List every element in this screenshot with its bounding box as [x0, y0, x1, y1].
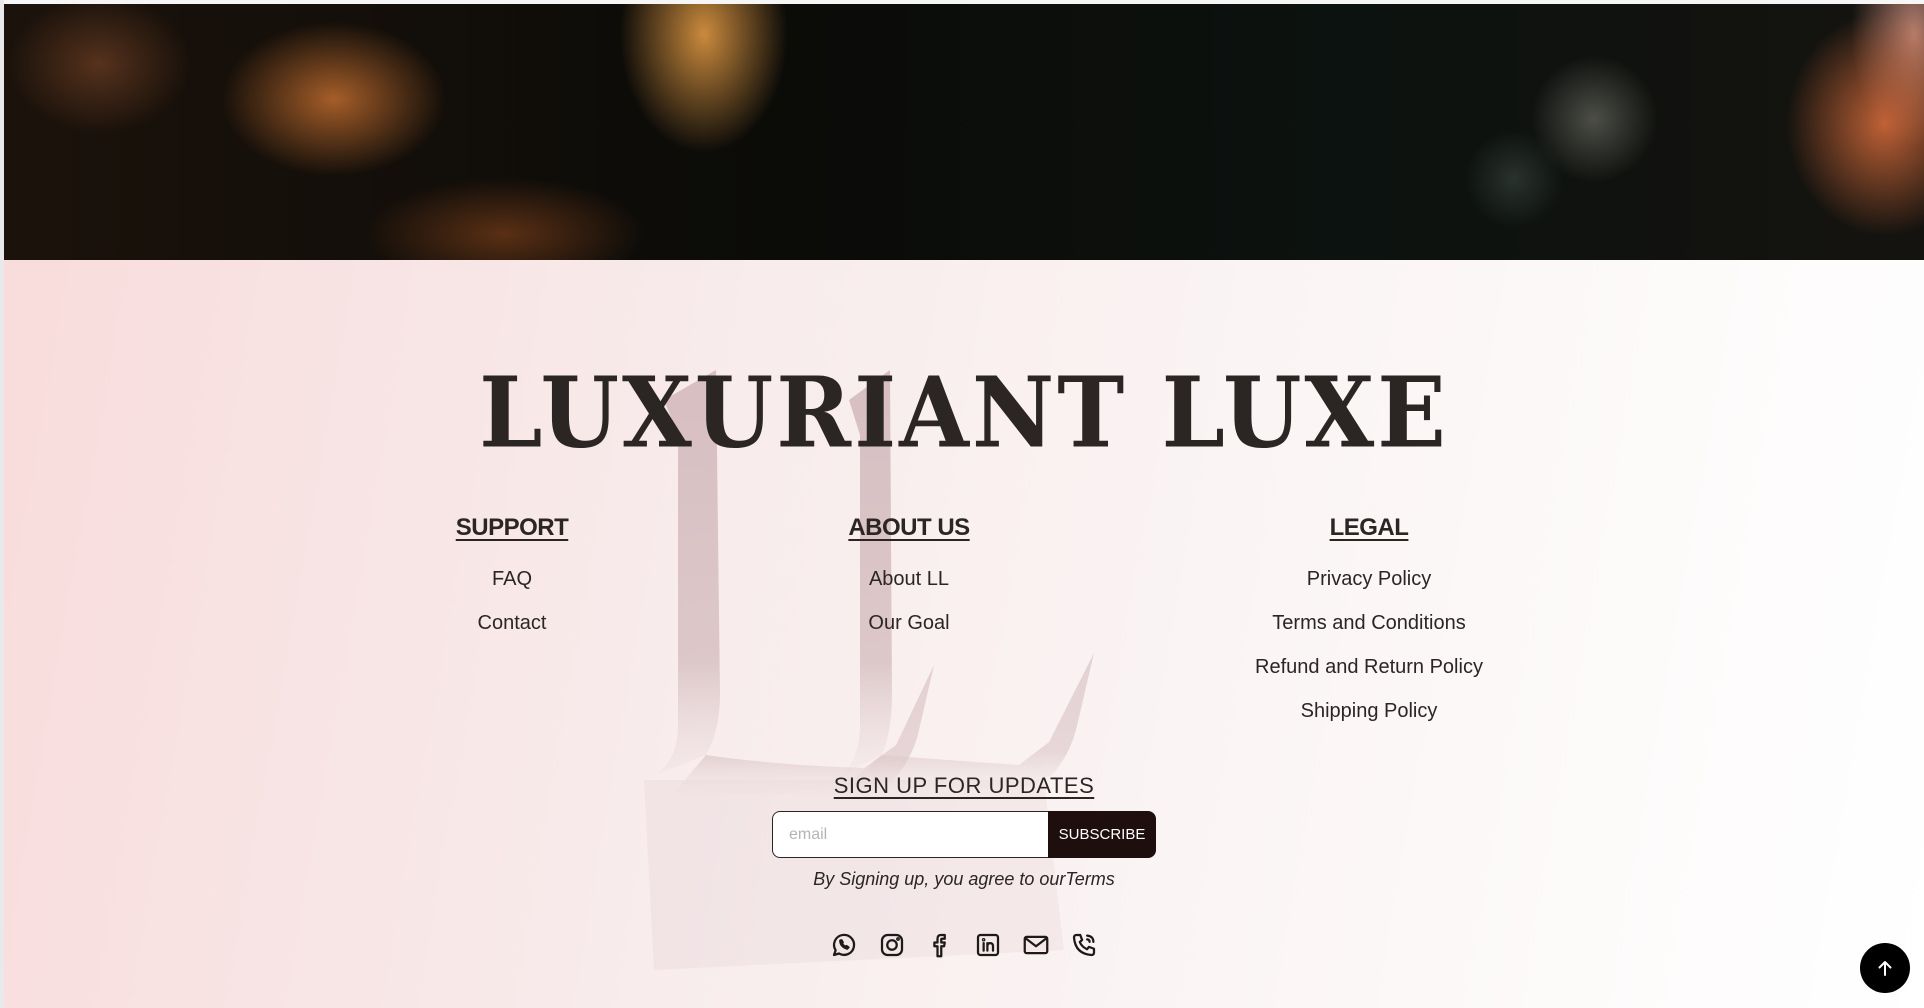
signup-terms-text: By Signing up, you agree to ourTerms	[813, 869, 1115, 889]
arrow-up-icon	[1878, 961, 1892, 976]
footer-column-support: SUPPORT FAQ Contact	[412, 513, 612, 645]
our-goal-link[interactable]: Our Goal	[809, 601, 1009, 645]
terms-conditions-link[interactable]: Terms and Conditions	[1219, 601, 1519, 645]
support-heading: SUPPORT	[455, 514, 569, 541]
privacy-policy-link[interactable]: Privacy Policy	[1219, 557, 1519, 601]
instagram-icon[interactable]	[877, 930, 907, 960]
about-heading: ABOUT US	[848, 514, 970, 541]
about-ll-link[interactable]: About LL	[809, 557, 1009, 601]
contact-link[interactable]: Contact	[412, 601, 612, 645]
whatsapp-icon[interactable]	[829, 930, 859, 960]
brand-title: LUXURIANT LUXE	[479, 355, 1449, 471]
hero-banner-image	[4, 4, 1924, 260]
faq-link[interactable]: FAQ	[412, 557, 612, 601]
shipping-policy-link[interactable]: Shipping Policy	[1219, 689, 1519, 733]
footer-column-legal: LEGAL Privacy Policy Terms and Condition…	[1219, 513, 1519, 733]
facebook-icon[interactable]	[925, 930, 955, 960]
site-footer: LUXURIANT LUXE SUPPORT FAQ Contact ABOUT…	[4, 260, 1924, 1008]
back-to-top-button[interactable]	[1860, 943, 1910, 993]
legal-heading: LEGAL	[1329, 514, 1409, 541]
social-links	[4, 930, 1924, 960]
footer-column-about: ABOUT US About LL Our Goal	[809, 513, 1009, 645]
refund-return-policy-link[interactable]: Refund and Return Policy	[1219, 645, 1519, 689]
signup-heading: SIGN UP FOR UPDATES	[833, 773, 1095, 798]
linkedin-icon[interactable]	[973, 930, 1003, 960]
phone-icon[interactable]	[1069, 930, 1099, 960]
email-input[interactable]	[772, 811, 1048, 858]
mail-icon[interactable]	[1021, 930, 1051, 960]
subscribe-button[interactable]: SUBSCRIBE	[1048, 811, 1156, 858]
